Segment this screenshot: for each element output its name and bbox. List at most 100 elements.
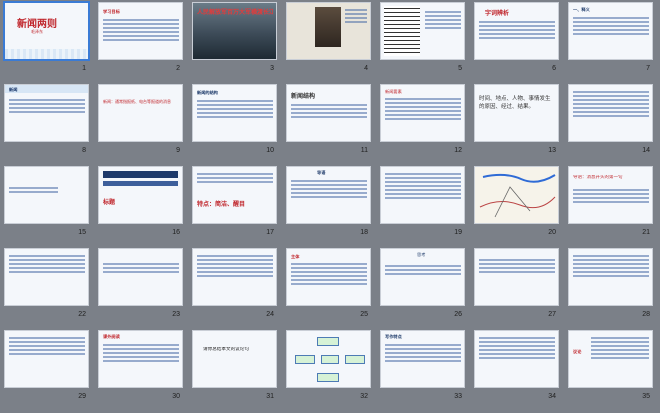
slide-preview[interactable]: 写作特点 [381,331,464,387]
slide-thumbnail[interactable]: 新闻结构 11 [287,85,370,154]
slide-thumbnail[interactable]: 29 [5,331,88,400]
slide-thumbnail[interactable]: 19 [381,167,464,236]
slide-preview[interactable]: 字词辨析 [475,3,558,59]
slide-number: 34 [548,393,556,400]
slide-number: 23 [172,311,180,318]
slide-number: 27 [548,311,556,318]
slide-thumbnail[interactable]: 一、释义 7 [569,3,652,72]
slide-body [573,15,649,37]
slide-thumbnail[interactable]: 课外阅读 30 [99,331,182,400]
slide-thumbnail[interactable]: 导语：消息开头的第一句 21 [569,167,652,236]
slide-number: 28 [642,311,650,318]
slide-thumbnail[interactable]: 34 [475,331,558,400]
slide-title: 新闻：通常指报纸、电台等报道的消息 [103,99,171,104]
slide-title: 新闻 [9,87,18,92]
slide-preview[interactable]: 时间、地点、人物、事情发生的原因、经过、结果。 [475,85,558,141]
slide-number: 5 [458,65,462,72]
slide-number: 9 [176,147,180,154]
portrait-image [315,7,341,47]
slide-preview[interactable] [381,167,464,223]
slide-thumbnail[interactable]: 新闻的结构 10 [193,85,276,154]
slide-thumbnail[interactable]: 22 [5,249,88,318]
slide-thumbnail[interactable]: 新闻要素 12 [381,85,464,154]
slide-preview[interactable]: 新闻 [5,85,88,141]
slide-thumbnail[interactable]: 主体 25 [287,249,370,318]
slide-number: 13 [548,147,556,154]
slide-thumbnail[interactable]: 23 [99,249,182,318]
slide-preview[interactable]: 新闻结构 [287,85,370,141]
slide-body [103,342,179,364]
slide-preview[interactable]: 新闻的结构 [193,85,276,141]
slide-preview[interactable] [5,331,88,387]
slide-thumbnail[interactable]: 27 [475,249,558,318]
slide-preview[interactable] [569,249,652,305]
slide-thumbnail[interactable]: 15 [5,167,88,236]
slide-preview[interactable]: 导语 [287,167,370,223]
slide-thumbnail[interactable]: 字词辨析 6 [475,3,558,72]
slide-preview[interactable] [5,249,88,305]
slide-thumbnail[interactable]: 4 [287,3,370,72]
slide-thumbnail[interactable]: 思考 26 [381,249,464,318]
slide-preview[interactable] [569,85,652,141]
slide-number: 12 [454,147,462,154]
slide-title: 特点：简洁、醒目 [197,201,246,208]
slide-thumbnail[interactable]: 新闻两则 毛泽东 1 [5,3,88,72]
slide-thumbnail[interactable]: 议论 35 [569,331,652,400]
slide-preview[interactable]: 导语：消息开头的第一句 [569,167,652,223]
slide-preview[interactable] [381,3,464,59]
slide-preview[interactable]: 一、释义 [569,3,652,59]
slide-number: 26 [454,311,462,318]
slide-preview[interactable]: 思考 [381,249,464,305]
slide-body [197,253,273,279]
decorative-pattern [5,49,88,59]
slide-title: 一、释义 [573,7,590,12]
slide-body [385,96,461,122]
slide-thumbnail[interactable]: 人民解放军百万大军横渡长江 3 [193,3,276,72]
slide-preview[interactable] [5,167,88,223]
slide-sorter-grid: 新闻两则 毛泽东 1 学习目标 2 人民解放军百万大军横渡长江 3 4 5 字词… [5,3,652,400]
slide-thumbnail[interactable]: 20 [475,167,558,236]
slide-preview[interactable]: 请你总结本文的议论句 [193,331,276,387]
slide-title: 新闻结构 [291,93,316,100]
slide-thumbnail[interactable]: 特点：简洁、醒目 17 [193,167,276,236]
slide-thumbnail[interactable]: 新闻 8 [5,85,88,154]
slide-preview[interactable] [99,249,182,305]
slide-preview[interactable]: 标题 [99,167,182,223]
slide-preview[interactable]: 学习目标 [99,3,182,59]
slide-thumbnail[interactable]: 导语 18 [287,167,370,236]
slide-preview[interactable]: 新闻要素 [381,85,464,141]
slide-preview[interactable] [475,331,558,387]
slide-thumbnail[interactable]: 时间、地点、人物、事情发生的原因、经过、结果。 13 [475,85,558,154]
slide-preview[interactable]: 主体 [287,249,370,305]
slide-preview[interactable]: 特点：简洁、醒目 [193,167,276,223]
slide-preview[interactable]: 新闻两则 毛泽东 [5,3,88,59]
slide-number: 35 [642,393,650,400]
slide-body [103,17,179,43]
slide-thumbnail[interactable]: 24 [193,249,276,318]
slide-preview[interactable] [475,249,558,305]
slide-preview[interactable]: 人民解放军百万大军横渡长江 [193,3,276,59]
slide-thumbnail[interactable]: 32 [287,331,370,400]
slide-thumbnail[interactable]: 28 [569,249,652,318]
slide-number: 30 [172,393,180,400]
slide-thumbnail[interactable]: 14 [569,85,652,154]
slide-number: 7 [646,65,650,72]
slide-thumbnail[interactable]: 新闻：通常指报纸、电台等报道的消息 9 [99,85,182,154]
slide-preview[interactable] [287,331,370,387]
diagram-node [317,373,339,382]
slide-number: 2 [176,65,180,72]
slide-title: 课外阅读 [103,334,120,339]
slide-thumbnail[interactable]: 写作特点 33 [381,331,464,400]
slide-preview[interactable]: 议论 [569,331,652,387]
slide-preview[interactable] [475,167,558,223]
slide-thumbnail[interactable]: 5 [381,3,464,72]
slide-preview[interactable]: 新闻：通常指报纸、电台等报道的消息 [99,85,182,141]
slide-preview[interactable] [193,249,276,305]
slide-thumbnail[interactable]: 请你总结本文的议论句 31 [193,331,276,400]
slide-number: 19 [454,229,462,236]
slide-number: 15 [78,229,86,236]
slide-thumbnail[interactable]: 学习目标 2 [99,3,182,72]
slide-thumbnail[interactable]: 标题 16 [99,167,182,236]
slide-preview[interactable] [287,3,370,59]
slide-preview[interactable]: 课外阅读 [99,331,182,387]
